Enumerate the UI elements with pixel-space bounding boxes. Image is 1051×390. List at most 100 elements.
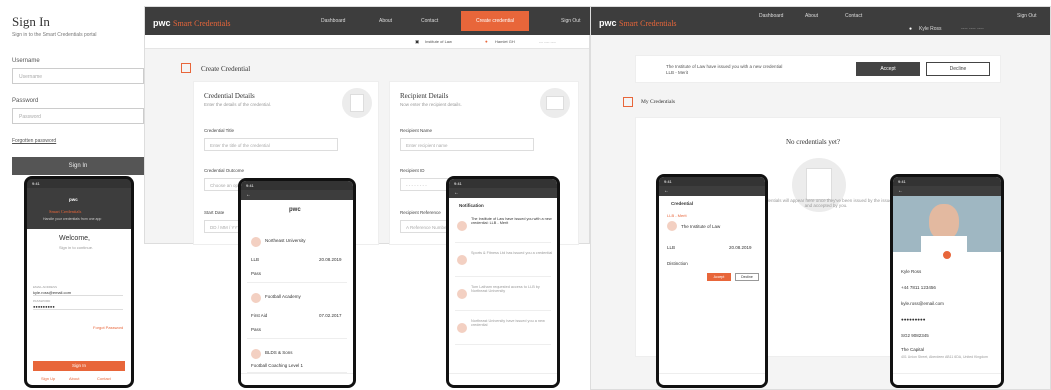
profile-company: The Capital: [901, 347, 925, 352]
back-icon[interactable]: ←: [664, 188, 669, 194]
pwc-logo: pwc: [69, 197, 78, 202]
notice-sub: LLB - Merit: [666, 70, 689, 75]
user-icon: ●: [485, 39, 488, 44]
notification-avatar: [457, 289, 467, 299]
profile-phone: +44 7811 123456: [901, 285, 936, 290]
mobile-credential-list: 9:41 ← pwc Northeast University LLB 20.0…: [238, 178, 356, 388]
username-input[interactable]: Username: [12, 68, 144, 84]
recipient-name-label: Recipient Name: [400, 128, 433, 133]
credential-result: Distinction: [667, 261, 688, 266]
issuer-avatar: [251, 349, 261, 359]
nav-dashboard[interactable]: Dashboard: [759, 13, 783, 19]
create-title: Create Credential: [201, 65, 251, 73]
credential-name: Football Coaching Level 1: [251, 363, 304, 368]
back-icon[interactable]: ←: [454, 190, 459, 196]
document-icon: [342, 88, 372, 118]
decline-button[interactable]: Decline: [926, 62, 990, 76]
issuer-name: The Institute of Law: [681, 224, 721, 229]
signup-link[interactable]: Sign Up: [41, 376, 55, 381]
recipient-details-sub: Now enter the recipient details.: [400, 102, 462, 107]
list-item[interactable]: BLDS & Sons Football Coaching Level 1: [247, 345, 347, 373]
issuer-avatar: [251, 237, 261, 247]
credential-result: Pass: [251, 327, 262, 332]
profile-address: 401 Union Street, Aberdeen AB11 6DA, Uni…: [901, 355, 988, 359]
about-link[interactable]: About: [69, 376, 79, 381]
notification-text: The Institute of Law have issued you wit…: [471, 217, 552, 225]
empty-sub: Credentials will appear here once they'v…: [758, 198, 894, 208]
notification-item[interactable]: The Institute of Law have issued you wit…: [455, 213, 552, 243]
mobile-signin: 9:41 pwc Smart Credentials Handle your c…: [24, 176, 134, 388]
pwc-logo: pwc: [289, 207, 301, 213]
nav-signout[interactable]: Sign Out: [1017, 13, 1036, 19]
credential-name: LLB: [667, 245, 676, 250]
profile-ni: SG2 9082345: [901, 333, 929, 338]
nav-signout[interactable]: Sign Out: [561, 18, 580, 24]
brand-name: Smart Credentials: [619, 19, 677, 28]
password-input[interactable]: ●●●●●●●●●: [33, 304, 123, 310]
status-bar: 9:41: [241, 181, 353, 190]
sub-bar: ▣ Institute of Law ● Hamlet GH --- ---- …: [145, 35, 589, 49]
title-input[interactable]: Enter the title of the credential: [204, 138, 338, 151]
credential-details-title: Credential Details: [204, 92, 255, 100]
signin-button[interactable]: Sign In: [33, 361, 125, 371]
profile-name: Kyle Ross: [901, 269, 922, 274]
issuer-name: BLDS & Sons: [265, 350, 293, 355]
list-item[interactable]: Football Academy First Aid 07.02.2017 Pa…: [247, 289, 347, 339]
nav-about[interactable]: About: [379, 18, 392, 24]
signin-button[interactable]: Sign In: [12, 157, 144, 175]
nav-about[interactable]: About: [805, 13, 818, 19]
notification-banner: The Institute of Law have issued you wit…: [635, 55, 1001, 83]
brand-name: Smart Credentials: [49, 209, 82, 214]
welcome-sub: Sign in to continue.: [59, 245, 94, 250]
tab-bar[interactable]: [893, 373, 1001, 385]
account-id: --- ---- ----: [539, 39, 556, 44]
tab-bar[interactable]: [659, 373, 765, 385]
forgot-password-link[interactable]: Forgot Password: [93, 325, 123, 330]
notification-item[interactable]: Sports & Fitness Ltd has issued you a cr…: [455, 247, 552, 277]
credential-date: 20.08.2019: [319, 257, 342, 262]
notification-text: Tom Latham requested access to LLB by No…: [471, 285, 540, 293]
start-label: Start Date: [204, 210, 225, 215]
email-input[interactable]: kyle.ross@email.com: [33, 290, 123, 296]
org-name: Institute of Law: [425, 39, 452, 44]
password-input[interactable]: Password: [12, 108, 144, 124]
recipient-id-label: Recipient ID: [400, 168, 425, 173]
app-bar: ←: [893, 186, 1001, 196]
camera-icon[interactable]: [941, 249, 953, 261]
tab-bar[interactable]: [241, 373, 353, 385]
credential-name: First Aid: [251, 313, 268, 318]
edit-icon: [181, 63, 191, 73]
notification-item[interactable]: Tom Latham requested access to LLB by No…: [455, 281, 551, 311]
nav-create-credential[interactable]: Create credential: [461, 11, 529, 31]
issuer-avatar: [251, 293, 261, 303]
credential-details-sub: Enter the details of the credential.: [204, 102, 272, 107]
tab-bar[interactable]: [449, 373, 557, 385]
nav-contact[interactable]: Contact: [845, 13, 862, 19]
notification-item[interactable]: Northeast University have issued you a n…: [455, 315, 551, 345]
app-bar: ←: [241, 190, 353, 200]
credentials-icon: [623, 97, 633, 107]
recipient-ref-label: Recipient Reference: [400, 210, 441, 215]
status-bar: 9:41: [449, 179, 557, 188]
nav-contact[interactable]: Contact: [421, 18, 438, 24]
org-icon: ▣: [415, 39, 420, 44]
accept-button[interactable]: Accept: [707, 273, 731, 281]
signin-subtitle: Sign in to the Smart Credentials portal: [12, 32, 97, 38]
nav-dashboard[interactable]: Dashboard: [321, 18, 345, 24]
outcome-label: Credential Outcome: [204, 168, 245, 173]
forgot-password-link[interactable]: Forgotten password: [12, 138, 56, 144]
tagline: Handle your credentials from one app: [43, 217, 102, 221]
recipient-name-input[interactable]: Enter recipient name: [400, 138, 534, 151]
status-bar: 9:41: [659, 177, 765, 186]
user-name: Hamlet GH: [495, 39, 515, 44]
dashboard-navbar: pwc Smart Credentials Dashboard About Co…: [591, 7, 1050, 35]
credential-title: Credential: [671, 201, 694, 206]
mobile-notifications: 9:41 ← Notification The Institute of Law…: [446, 176, 560, 388]
contact-link[interactable]: Contact: [97, 376, 111, 381]
back-icon[interactable]: ←: [246, 192, 251, 198]
notification-text: Sports & Fitness Ltd has issued you a cr…: [471, 251, 553, 255]
back-icon[interactable]: ←: [898, 188, 903, 194]
accept-button[interactable]: Accept: [856, 62, 920, 76]
list-item[interactable]: Northeast University LLB 20.08.2019 Pass: [247, 233, 347, 283]
decline-button[interactable]: Decline: [735, 273, 759, 281]
